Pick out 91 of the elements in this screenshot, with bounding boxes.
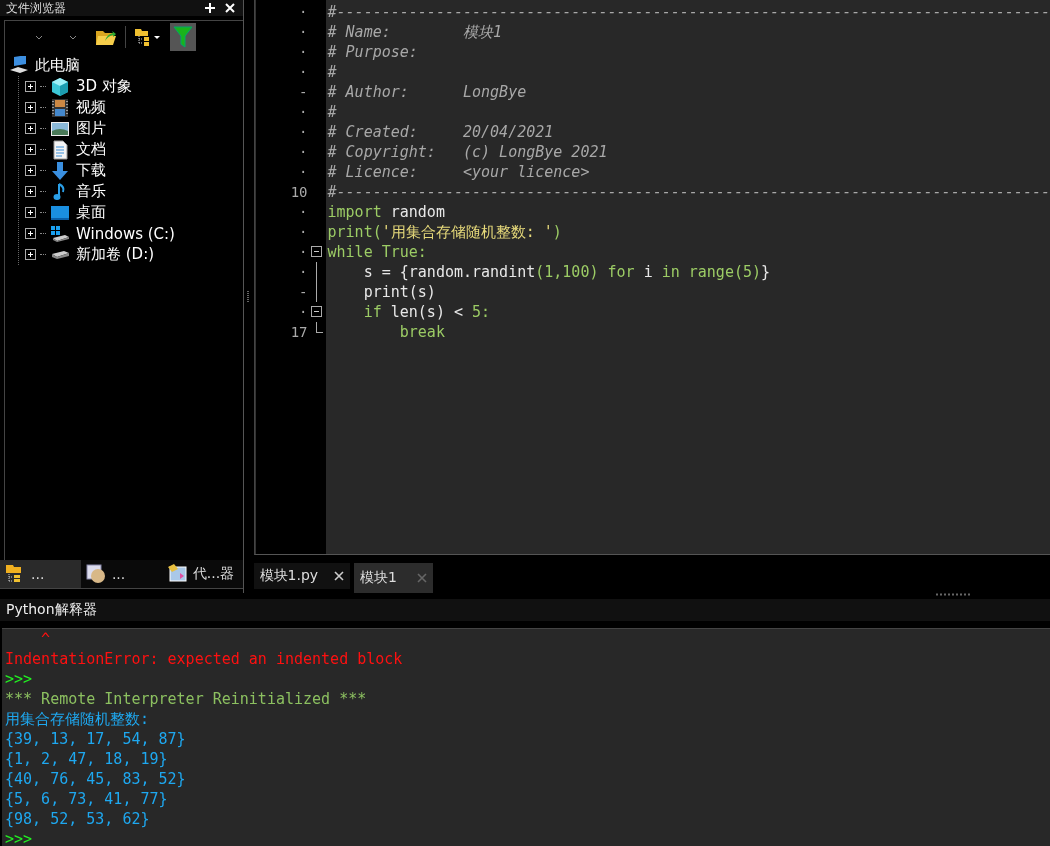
tree-item[interactable]: 下载 [74, 161, 108, 180]
line-number: · [298, 223, 308, 242]
code-line: s = {random.randint(1,100) for i in range(5)} [362, 262, 771, 282]
console-line: *** Remote Interpreter Reinitialized *** [5, 689, 367, 709]
line-number: 17 [289, 323, 308, 342]
tree-item[interactable]: 图片 [74, 119, 108, 138]
tree-item[interactable]: Windows (C:) [74, 224, 177, 243]
code-line: print(s) [362, 282, 436, 302]
expand-icon[interactable] [25, 123, 36, 134]
drive-icon [50, 223, 70, 244]
code-line: # Created: 20/04/2021 [327, 122, 554, 142]
editor-tab[interactable]: 模块1.py [253, 563, 351, 589]
editor-tab[interactable]: 模块1 [354, 563, 433, 593]
code-line: import random [327, 202, 445, 222]
drive-icon [50, 249, 70, 260]
expand-icon[interactable] [25, 144, 36, 155]
line-number: · [298, 303, 308, 322]
code-line: if len(s) < 5: [362, 302, 491, 322]
class-browser-icon [166, 564, 187, 584]
code-line: # Name: 模块1 [327, 22, 503, 42]
line-number: · [298, 43, 308, 62]
code-line: print('用集合存储随机整数: ') [327, 222, 562, 242]
line-number: · [298, 203, 308, 222]
expand-icon[interactable] [25, 81, 36, 92]
code-line: #------------------------------------------------------------------------------- [327, 2, 1050, 22]
line-number: · [298, 243, 308, 262]
line-number: - [298, 83, 308, 102]
document-icon [50, 139, 70, 160]
code-line: # Copyright: (c) LongBye 2021 [327, 142, 608, 162]
tree-view-icon [134, 27, 162, 47]
collapse-icon[interactable] [311, 306, 323, 317]
code-line: # [327, 62, 337, 82]
code-line: # Author: LongBye [327, 82, 527, 102]
panel-title: Python解释器 [6, 601, 97, 619]
panel-tab[interactable]: ... [0, 560, 81, 588]
package-icon [85, 564, 106, 584]
collapse-icon[interactable] [311, 246, 323, 257]
code-line: break [398, 322, 445, 342]
computer-icon [9, 55, 29, 76]
code-line: # Purpose: [327, 42, 418, 62]
tree-item[interactable]: 文档 [74, 140, 108, 159]
console-line: {40, 76, 45, 83, 52} [5, 769, 186, 789]
fold-end-line [316, 322, 324, 333]
line-number: · [298, 103, 308, 122]
console-line: >>> [5, 829, 33, 846]
code-line: #------------------------------------------------------------------------------- [327, 182, 1050, 202]
console-line: {98, 52, 53, 62} [5, 809, 150, 829]
pin-icon[interactable] [204, 3, 215, 13]
code-line: # [327, 102, 337, 122]
line-number: · [298, 263, 308, 282]
console-line: 用集合存储随机整数: [5, 709, 150, 729]
line-number: · [298, 23, 308, 42]
console-line: >>> [5, 669, 33, 689]
expand-icon[interactable] [25, 207, 36, 218]
tree-item[interactable]: 新加卷 (D:) [74, 245, 157, 264]
expand-icon[interactable] [25, 249, 36, 260]
expand-icon[interactable] [25, 228, 36, 239]
caret-icon [35, 33, 43, 41]
cube-icon [50, 76, 70, 97]
tree-item[interactable]: 音乐 [74, 182, 108, 201]
expand-icon[interactable] [25, 165, 36, 176]
grip-icon[interactable] [936, 593, 970, 596]
grip-icon[interactable] [247, 289, 251, 304]
expand-icon[interactable] [25, 186, 36, 197]
tree-item[interactable]: 桌面 [74, 203, 108, 222]
code-line: # Licence: <your licence> [327, 162, 590, 182]
console-line: {1, 2, 47, 18, 19} [5, 749, 168, 769]
console-line: ^ [40, 629, 51, 649]
tree-item[interactable]: 此电脑 [33, 56, 82, 75]
line-number: - [298, 283, 308, 302]
tree-item[interactable]: 3D 对象 [74, 77, 134, 96]
film-icon [50, 97, 70, 118]
caret-icon [69, 33, 77, 41]
expand-icon[interactable] [25, 102, 36, 113]
line-number: · [298, 3, 308, 22]
line-number: 10 [289, 183, 308, 202]
console-line: {5, 6, 73, 41, 77} [5, 789, 168, 809]
filter-button[interactable] [170, 23, 196, 51]
line-number: · [298, 123, 308, 142]
panel-tab[interactable]: 代...器 [161, 560, 243, 588]
panel-tab[interactable]: ... [80, 560, 162, 588]
panel-title: 文件浏览器 [6, 0, 66, 17]
line-number: · [298, 163, 308, 182]
line-number: · [298, 143, 308, 162]
tree-item[interactable]: 视频 [74, 98, 108, 117]
code-line: while True: [327, 242, 427, 262]
down-arrow-icon [50, 160, 70, 181]
filter-icon [173, 26, 193, 48]
console-line: IndentationError: expected an indented block [5, 649, 403, 669]
console-line: {39, 13, 17, 54, 87} [5, 729, 186, 749]
line-number: · [298, 63, 308, 82]
